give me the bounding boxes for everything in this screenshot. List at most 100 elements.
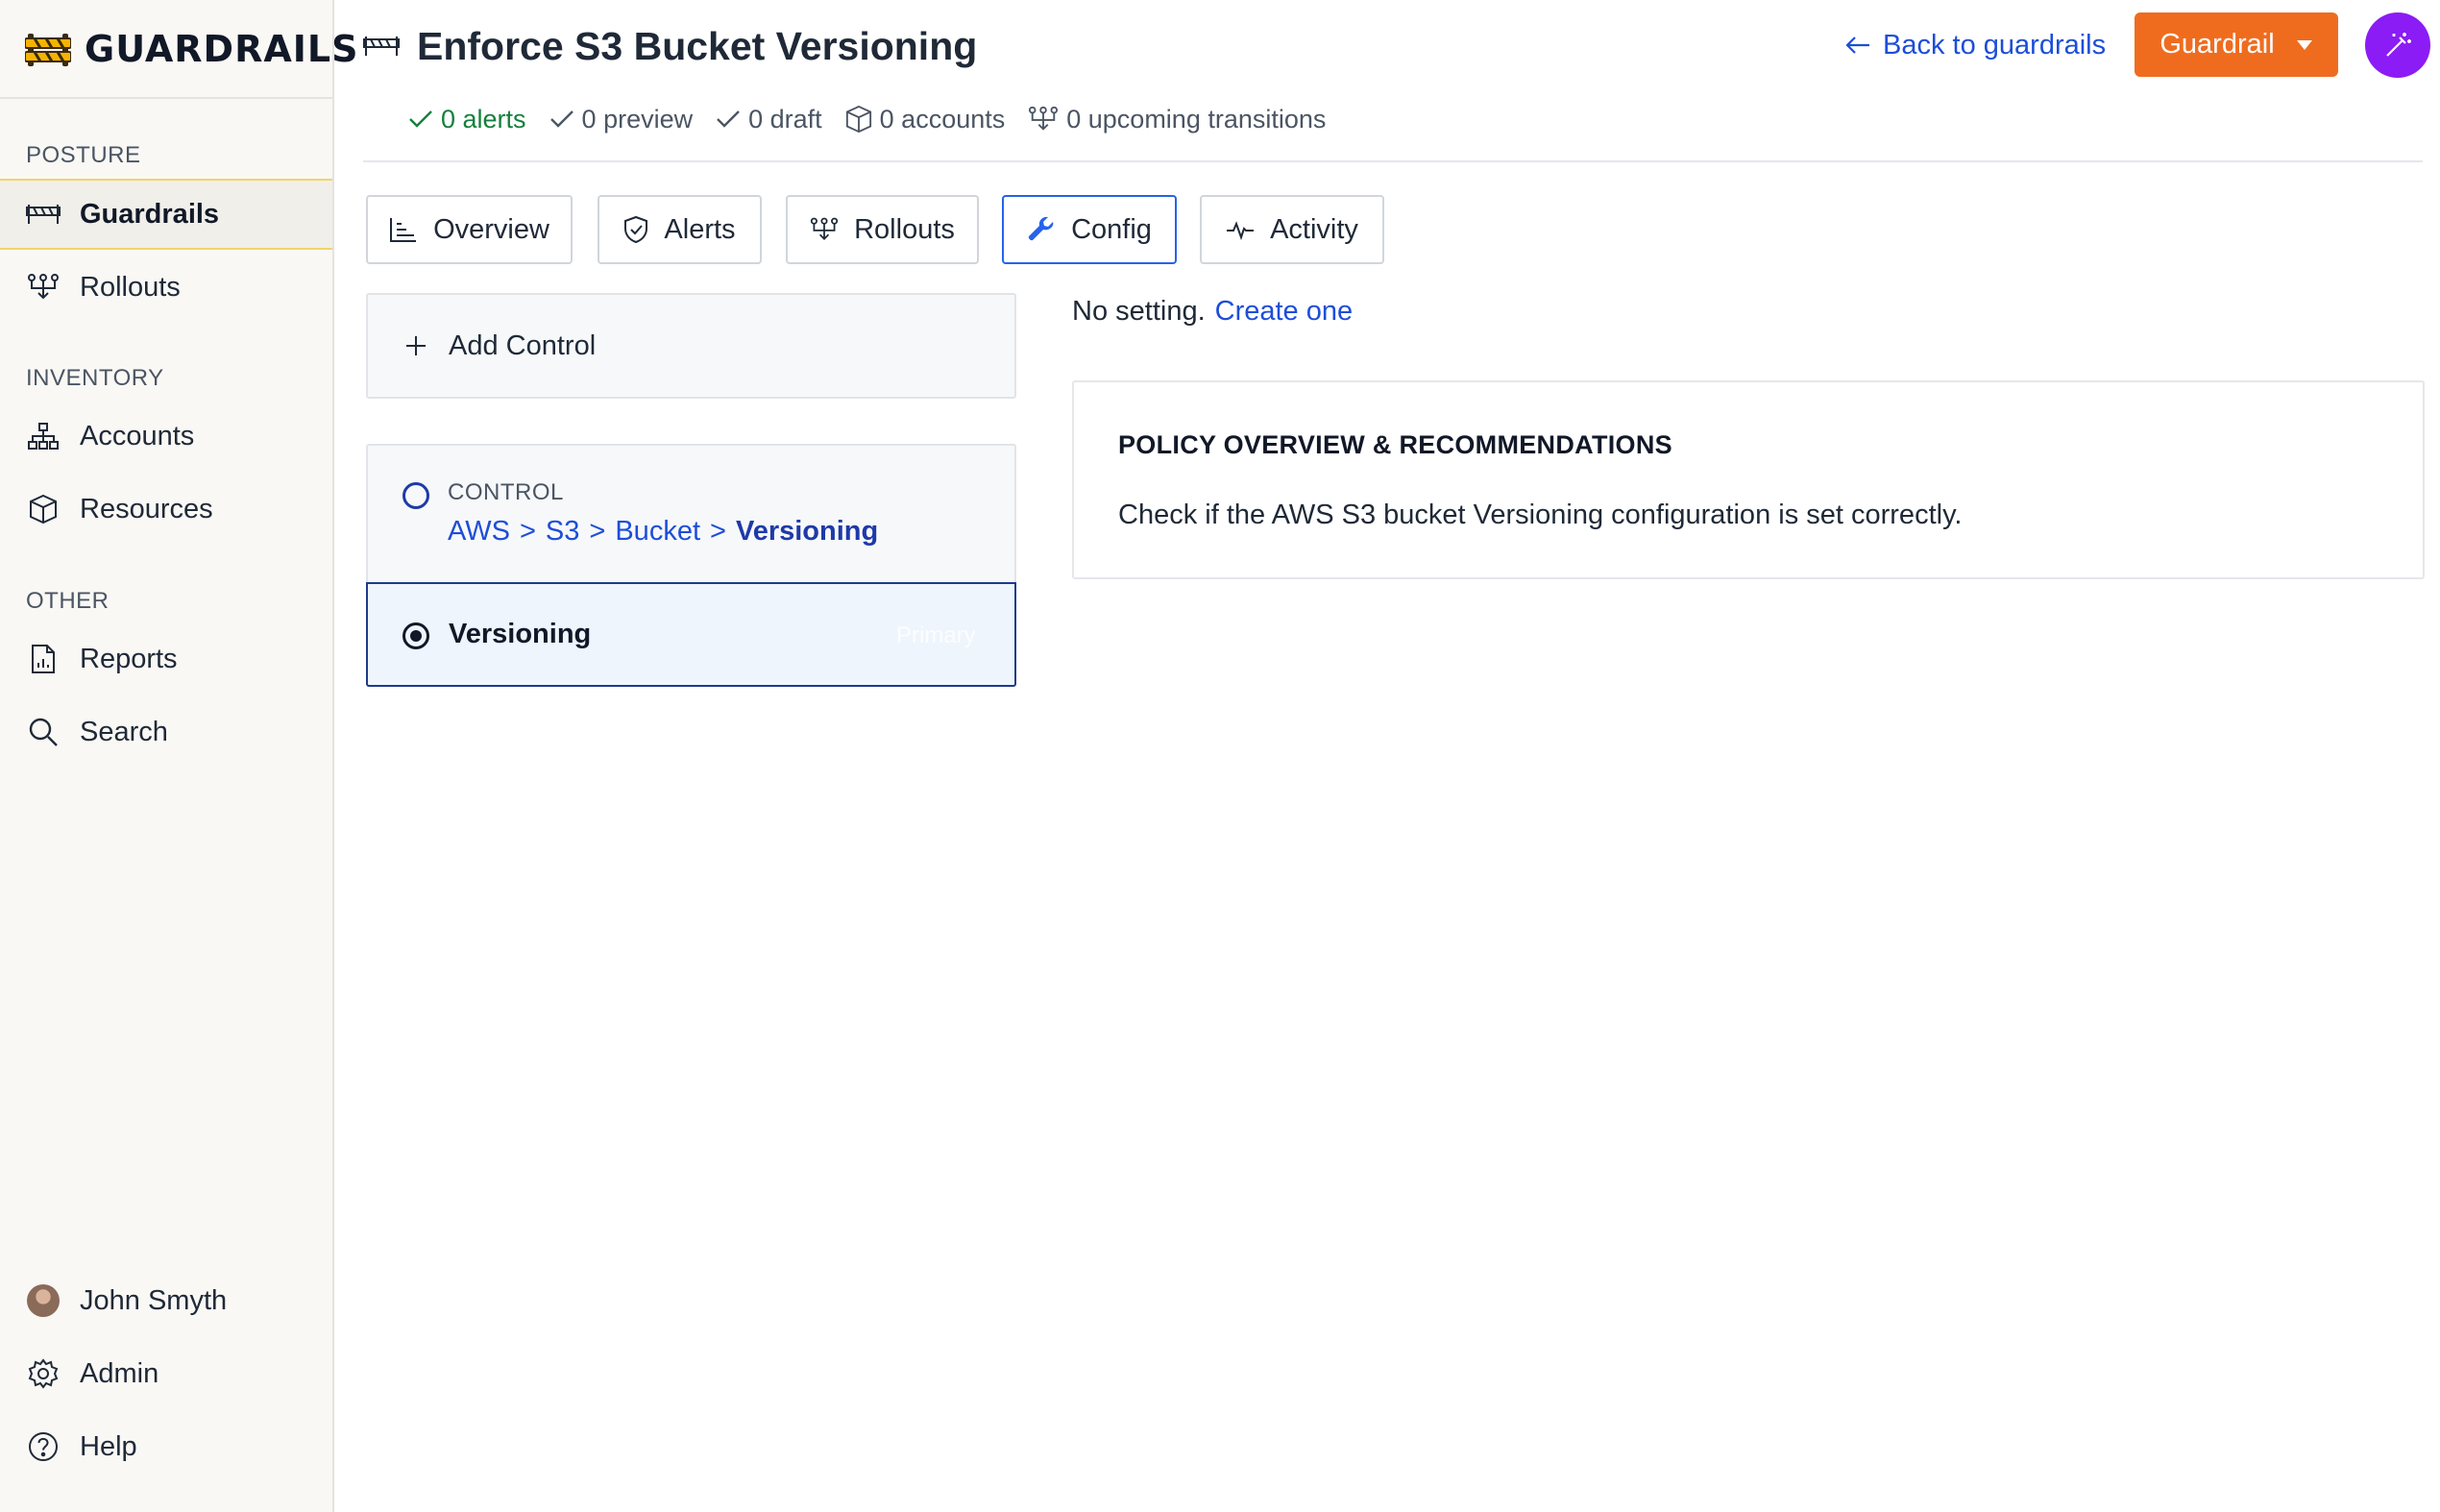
tab-label: Rollouts	[854, 213, 955, 245]
no-setting-text: No setting.	[1072, 296, 1206, 327]
tab-label: Overview	[433, 213, 549, 245]
rollout-icon	[810, 216, 839, 243]
radio-selected-icon[interactable]	[403, 622, 429, 649]
sidebar-item-label: Rollouts	[80, 271, 181, 303]
sidebar-item-profile[interactable]: John Smyth	[0, 1265, 332, 1336]
sidebar-item-label: Guardrails	[80, 198, 220, 230]
sidebar-item-guardrails[interactable]: Guardrails	[0, 179, 332, 250]
breadcrumb-aws[interactable]: AWS	[448, 516, 510, 548]
header-divider	[363, 160, 2423, 162]
versioning-option-label: Versioning	[449, 619, 592, 649]
check-icon	[549, 109, 574, 130]
barrier-logo-icon	[25, 30, 71, 68]
report-icon	[26, 642, 61, 676]
guardrail-stats: 0 alerts 0 preview 0 draft 0 accounts 0 …	[408, 100, 1326, 138]
add-control-button[interactable]: Add Control	[366, 293, 1016, 399]
arrow-left-icon	[1844, 35, 1871, 56]
tab-label: Activity	[1270, 213, 1358, 245]
brand[interactable]: GUARDRAILS	[0, 0, 357, 99]
versioning-option[interactable]: Versioning Primary	[366, 582, 1016, 687]
primary-tag: Primary	[896, 622, 976, 648]
check-icon	[408, 109, 433, 130]
section-label-other: OTHER	[26, 588, 110, 614]
stat-preview-label: 0 preview	[581, 104, 694, 134]
stat-accounts[interactable]: 0 accounts	[845, 104, 1006, 134]
barrier-icon	[26, 197, 61, 232]
stat-draft-label: 0 draft	[748, 104, 822, 134]
barrier-icon	[363, 35, 400, 58]
policy-overview-description: Check if the AWS S3 bucket Versioning co…	[1118, 500, 1963, 530]
sidebar-item-label: Admin	[80, 1357, 159, 1389]
stat-transitions-label: 0 upcoming transitions	[1066, 104, 1327, 134]
section-label-posture: POSTURE	[26, 142, 141, 168]
control-card[interactable]: CONTROL AWS > S3 > Bucket > Versioning	[366, 444, 1016, 583]
brand-name: GUARDRAILS	[85, 27, 359, 70]
back-to-guardrails-link[interactable]: Back to guardrails	[1844, 24, 2106, 66]
tab-overview[interactable]: Overview	[366, 195, 573, 264]
tab-rollouts[interactable]: Rollouts	[786, 195, 979, 264]
sidebar-item-reports[interactable]: Reports	[0, 623, 332, 695]
magic-wand-icon	[2383, 31, 2412, 60]
sidebar-item-rollouts[interactable]: Rollouts	[0, 252, 332, 323]
rollout-icon	[1028, 105, 1059, 134]
control-radio-icon[interactable]	[403, 482, 429, 509]
caret-down-icon	[2296, 39, 2313, 51]
create-setting-link[interactable]: Create one	[1215, 296, 1354, 328]
sidebar-item-accounts[interactable]: Accounts	[0, 401, 332, 472]
stat-preview[interactable]: 0 preview	[549, 104, 694, 134]
stat-draft[interactable]: 0 draft	[716, 105, 822, 134]
back-link-label: Back to guardrails	[1883, 29, 2107, 61]
tab-alerts[interactable]: Alerts	[598, 195, 762, 264]
pulse-icon	[1226, 218, 1255, 241]
breadcrumb-separator: >	[519, 516, 536, 547]
magic-wand-button[interactable]	[2365, 12, 2430, 78]
sidebar-item-label: Reports	[80, 643, 178, 674]
sidebar-item-help[interactable]: Help	[0, 1411, 332, 1482]
section-label-inventory: INVENTORY	[26, 365, 164, 391]
stat-alerts[interactable]: 0 alerts	[408, 105, 526, 134]
sidebar-item-search[interactable]: Search	[0, 696, 332, 768]
tab-config[interactable]: Config	[1002, 195, 1177, 264]
guardrail-menu-button[interactable]: Guardrail	[2135, 12, 2338, 77]
chart-icon	[389, 216, 418, 243]
sidebar: GUARDRAILS POSTURE Guardrails Rollouts I…	[0, 0, 357, 1512]
policy-overview-title: POLICY OVERVIEW & RECOMMENDATIONS	[1118, 430, 1672, 459]
gear-icon	[26, 1356, 61, 1391]
add-control-label: Add Control	[449, 329, 597, 361]
hierarchy-icon	[26, 419, 61, 453]
policy-overview-card: POLICY OVERVIEW & RECOMMENDATIONS Check …	[1072, 380, 2425, 579]
stat-accounts-label: 0 accounts	[879, 104, 1006, 134]
breadcrumb-versioning[interactable]: Versioning	[736, 516, 878, 548]
sidebar-item-admin[interactable]: Admin	[0, 1338, 332, 1409]
tab-label: Alerts	[664, 213, 736, 245]
control-breadcrumb: AWS > S3 > Bucket > Versioning	[448, 516, 878, 548]
page-title: Enforce S3 Bucket Versioning	[417, 23, 978, 68]
plus-icon	[404, 334, 427, 357]
guardrail-button-label: Guardrail	[2159, 29, 2275, 60]
avatar	[26, 1283, 61, 1318]
shield-icon	[623, 215, 648, 244]
breadcrumb-separator: >	[589, 516, 606, 547]
sidebar-item-resources[interactable]: Resources	[0, 474, 332, 545]
rollout-icon	[26, 270, 61, 305]
sidebar-item-label: Resources	[80, 493, 213, 524]
page-header: Enforce S3 Bucket Versioning	[363, 19, 977, 73]
help-icon	[26, 1429, 61, 1464]
setting-empty-state: No setting. Create one	[1072, 296, 1353, 328]
control-type-label: CONTROL	[448, 479, 564, 505]
sidebar-item-label: Help	[80, 1430, 137, 1462]
wrench-icon	[1027, 215, 1056, 244]
search-icon	[26, 715, 61, 749]
tab-label: Config	[1071, 213, 1152, 245]
sidebar-item-label: John Smyth	[80, 1284, 228, 1316]
breadcrumb-separator: >	[710, 516, 726, 547]
breadcrumb-bucket[interactable]: Bucket	[615, 516, 700, 548]
cube-icon	[845, 105, 872, 134]
stat-alerts-label: 0 alerts	[441, 104, 526, 134]
breadcrumb-s3[interactable]: S3	[546, 516, 579, 548]
sidebar-item-label: Accounts	[80, 420, 195, 451]
cube-icon	[26, 492, 61, 526]
tab-activity[interactable]: Activity	[1200, 195, 1384, 264]
stat-transitions[interactable]: 0 upcoming transitions	[1028, 105, 1326, 134]
sidebar-item-label: Search	[80, 716, 168, 747]
